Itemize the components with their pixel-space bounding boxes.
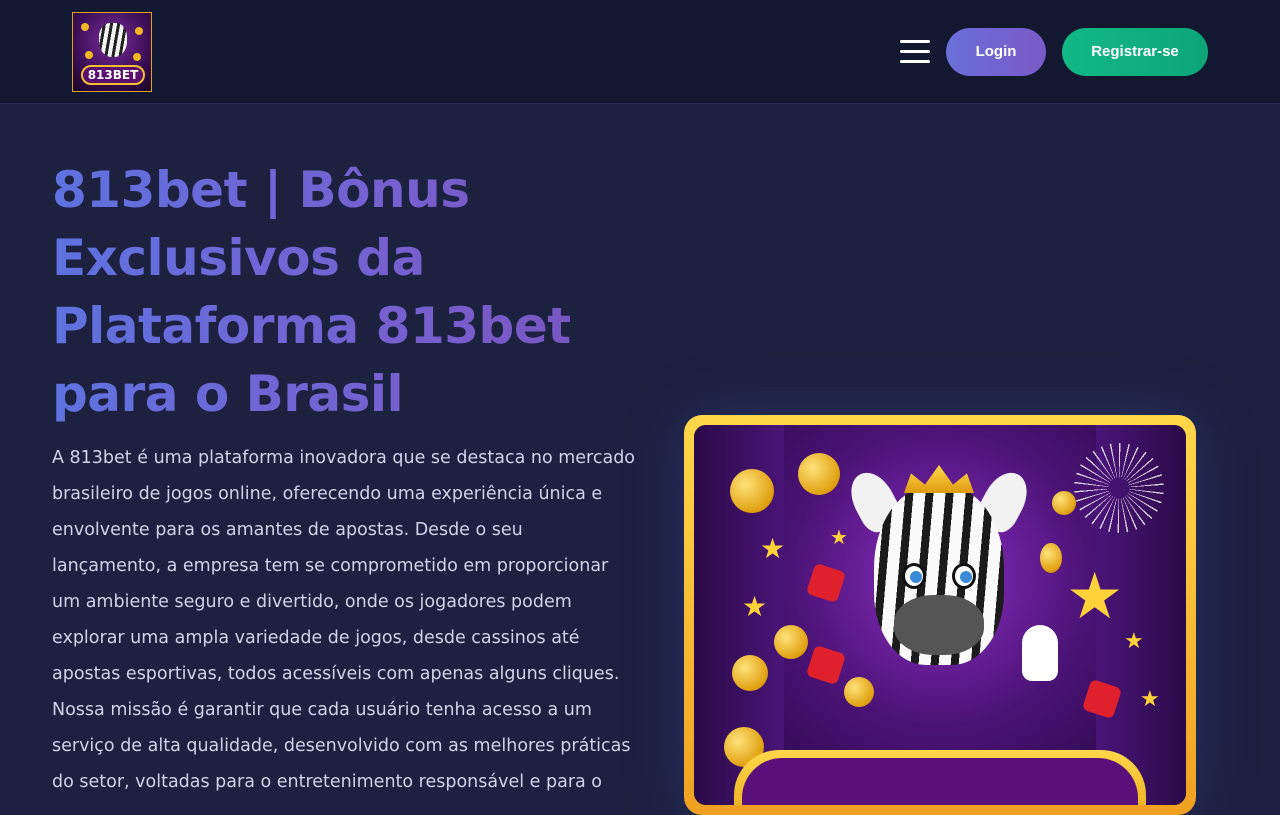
coin-icon xyxy=(1052,491,1076,515)
star-icon: ★ xyxy=(742,590,768,623)
thumbs-up-icon xyxy=(1022,625,1058,681)
star-icon: ★ xyxy=(760,532,786,565)
brand-banner xyxy=(734,750,1146,805)
coin-icon xyxy=(732,655,768,691)
coin-icon xyxy=(1040,543,1062,573)
coin-decoration xyxy=(135,27,143,35)
zebra-eye xyxy=(902,563,926,589)
coin-icon xyxy=(730,469,774,513)
login-button[interactable]: Login xyxy=(946,28,1046,76)
page-title: 813bet | Bônus Exclusivos da Plataforma … xyxy=(52,156,612,428)
coin-decoration xyxy=(133,53,141,61)
star-icon: ★ xyxy=(1140,687,1160,712)
coin-icon xyxy=(774,625,808,659)
site-logo[interactable]: 813BET xyxy=(72,12,152,92)
dice-icon xyxy=(805,644,847,686)
star-icon: ★ xyxy=(830,525,848,549)
hero-description: A 813bet é uma plataforma inovadora que … xyxy=(52,448,636,792)
hero-banner-image: ★ ★ ★ ★ ★ ★ xyxy=(684,415,1196,815)
register-button[interactable]: Registrar-se xyxy=(1062,28,1208,76)
hamburger-menu-icon[interactable] xyxy=(900,40,930,64)
zebra-snout xyxy=(894,595,984,655)
star-icon: ★ xyxy=(1124,629,1144,654)
star-icon: ★ xyxy=(1066,560,1124,634)
firework-icon xyxy=(1074,443,1164,533)
mascot-illustration: ★ ★ ★ ★ ★ ★ xyxy=(694,425,1186,805)
zebra-mascot-icon xyxy=(99,23,127,57)
crown-icon xyxy=(904,465,974,493)
zebra-eye xyxy=(952,563,976,589)
coin-decoration xyxy=(81,23,89,31)
dice-icon xyxy=(805,562,847,604)
logo-text: 813BET xyxy=(81,65,145,85)
coin-decoration xyxy=(85,51,93,59)
site-header: 813BET Login Registrar-se xyxy=(0,0,1280,104)
coin-icon xyxy=(798,453,840,495)
coin-icon xyxy=(844,677,874,707)
